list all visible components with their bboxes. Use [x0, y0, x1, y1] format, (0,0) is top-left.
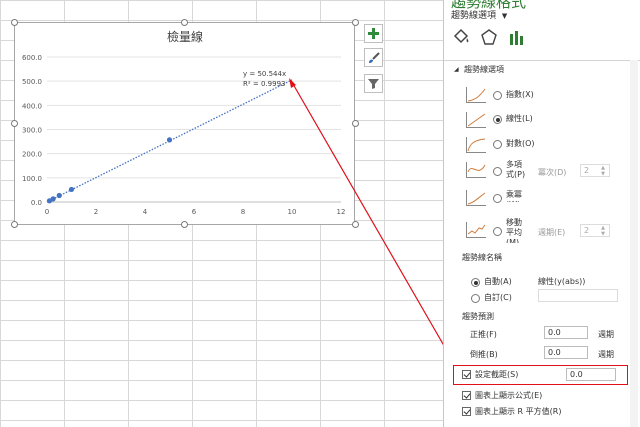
section-header-trendline-options: 趨勢線選項: [464, 65, 504, 74]
resize-handle-middle-right[interactable]: [352, 120, 359, 127]
option-polynomial-label: 多項式(P): [506, 160, 526, 179]
backward-input[interactable]: 0.0: [544, 346, 588, 359]
x-tick-label: 12: [337, 208, 346, 216]
data-point: [166, 137, 173, 143]
forward-unit: 週期: [598, 330, 614, 339]
data-point: [56, 192, 62, 199]
resize-handle-bottom-center[interactable]: [181, 221, 188, 228]
y-tick-label: 200.0: [22, 151, 42, 159]
order-label: 冪次(D): [538, 168, 567, 177]
period-label: 週期(E): [538, 228, 566, 237]
moving-average-thumbnail: [466, 222, 486, 238]
resize-handle-top-left[interactable]: [11, 19, 18, 26]
paint-bucket-icon: [453, 28, 469, 44]
section-collapse-icon[interactable]: ◢: [454, 66, 459, 73]
resize-handle-bottom-left[interactable]: [11, 221, 18, 228]
show-equation-label: 圖表上顯示公式(E): [475, 391, 543, 400]
resize-handle-middle-left[interactable]: [11, 120, 18, 127]
name-custom-radio[interactable]: [471, 294, 480, 303]
linear-thumbnail: [466, 112, 486, 128]
filter-icon: [368, 79, 379, 89]
chevron-down-icon: ▼: [501, 12, 508, 20]
chart-elements-button[interactable]: [364, 24, 383, 43]
x-tick-label: 6: [192, 208, 197, 216]
y-tick-label: 400.0: [22, 102, 42, 110]
bar-chart-icon: [510, 31, 523, 45]
dropdown-label: 趨勢線選項: [451, 11, 497, 21]
chart-plot: 檢量線 0.0 100.0 200.0 300.0 400.0 500.0 600.0 0 2…: [22, 29, 346, 216]
y-axis-ticks: 0.0 100.0 200.0 300.0 400.0 500.0 600.0: [22, 54, 42, 207]
y-tick-label: 0.0: [31, 199, 42, 207]
data-point: [50, 196, 56, 202]
x-tick-label: 2: [94, 208, 98, 216]
option-exponential-radio[interactable]: [493, 91, 502, 100]
chart-title: 檢量線: [167, 29, 203, 44]
y-tick-label: 100.0: [22, 175, 42, 183]
resize-handle-bottom-right[interactable]: [352, 221, 359, 228]
trendline-r2: R² = 0.9993: [243, 80, 285, 88]
name-custom-input[interactable]: [538, 289, 618, 302]
show-r2-checkbox[interactable]: [462, 407, 471, 416]
option-power-radio[interactable]: [493, 194, 502, 203]
polynomial-thumbnail: [466, 162, 486, 178]
x-tick-label: 0: [45, 208, 49, 216]
option-power-label: 乘冪(W): [506, 190, 522, 202]
option-logarithmic-radio[interactable]: [493, 140, 502, 149]
resize-handle-top-right[interactable]: [352, 19, 359, 26]
tab-trendline-options[interactable]: [508, 28, 530, 50]
forward-label: 正推(F): [470, 330, 497, 339]
data-point: [68, 186, 75, 193]
trendline-name-header: 趨勢線名稱: [462, 253, 502, 262]
forward-input[interactable]: 0.0: [544, 326, 588, 339]
backward-unit: 週期: [598, 350, 614, 359]
pane-scrollbar[interactable]: [630, 60, 638, 427]
backward-label: 倒推(B): [470, 350, 498, 359]
name-auto-label: 自動(A): [484, 277, 512, 286]
forecast-header: 趨勢預測: [462, 312, 494, 321]
y-tick-label: 300.0: [22, 127, 42, 135]
show-r2-label: 圖表上顯示 R 平方值(R): [475, 407, 562, 416]
option-linear-radio[interactable]: [493, 115, 502, 124]
order-spinner[interactable]: ▲ ▼: [599, 165, 607, 178]
name-auto-value: 線性(y(abs)): [538, 277, 586, 286]
x-tick-label: 8: [241, 208, 245, 216]
intercept-highlight-box: [453, 365, 628, 385]
name-auto-radio[interactable]: [471, 278, 480, 287]
resize-handle-top-center[interactable]: [181, 19, 188, 26]
x-tick-label: 10: [288, 208, 297, 216]
option-exponential-label: 指數(X): [506, 90, 534, 99]
tab-divider: [444, 60, 640, 61]
option-moving-average-radio[interactable]: [493, 227, 502, 236]
y-tick-label: 500.0: [22, 78, 42, 86]
chart-filters-button[interactable]: [364, 74, 383, 93]
y-tick-label: 600.0: [22, 54, 42, 62]
format-trendline-pane: 趨勢線格式 趨勢線選項 ▼ ◢ 趨勢線選項 指數(X) 線性(L) 對數(O) …: [444, 0, 640, 427]
plus-icon: [368, 28, 379, 39]
x-axis-ticks: 0 2 4 6 8 10 12: [45, 208, 346, 216]
name-custom-label: 自訂(C): [484, 293, 512, 302]
tab-effects[interactable]: [480, 28, 502, 50]
option-polynomial-radio[interactable]: [493, 167, 502, 176]
power-thumbnail: [466, 190, 486, 206]
show-equation-checkbox[interactable]: [462, 391, 471, 400]
trendline-equation: y = 50.544x: [243, 70, 286, 78]
pentagon-icon: [481, 29, 497, 45]
tab-fill-line[interactable]: [452, 28, 474, 50]
period-spinner[interactable]: ▲ ▼: [599, 225, 607, 238]
exponential-thumbnail: [466, 87, 486, 103]
option-linear-label: 線性(L): [506, 114, 533, 123]
logarithmic-thumbnail: [466, 137, 486, 153]
brush-icon: [368, 51, 380, 63]
x-tick-label: 4: [143, 208, 148, 216]
chart-styles-button[interactable]: [364, 48, 383, 67]
option-moving-average-label: 移動平均(M): [506, 218, 522, 243]
option-logarithmic-label: 對數(O): [506, 139, 535, 148]
chart-area[interactable]: 檢量線 0.0 100.0 200.0 300.0 400.0 500.0 600.0 0 2…: [14, 22, 355, 225]
trendline-options-dropdown[interactable]: 趨勢線選項 ▼: [451, 8, 507, 21]
